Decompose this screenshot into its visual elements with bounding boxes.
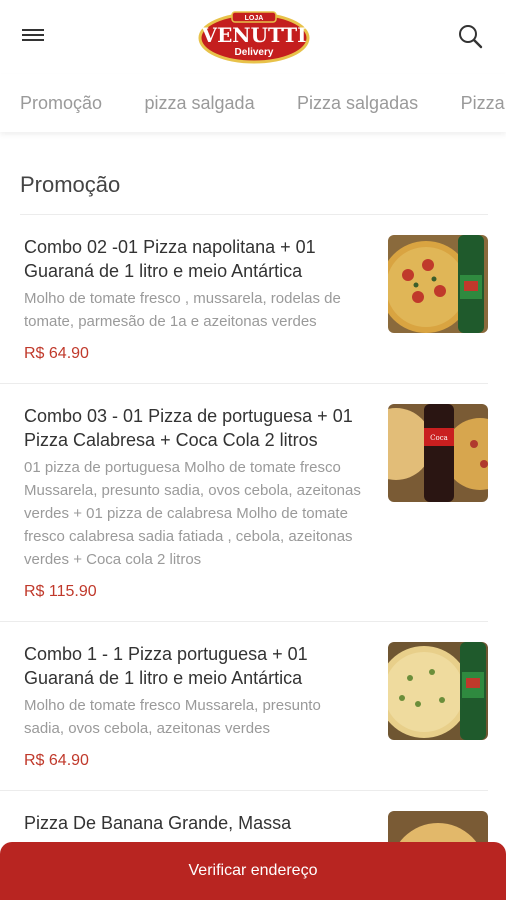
- tab-pizza-salgada[interactable]: pizza salgada: [145, 74, 255, 132]
- hamburger-menu-icon[interactable]: [22, 26, 48, 46]
- product-price: R$ 64.90: [24, 345, 89, 362]
- product-name: Combo 03 - 01 Pizza de portuguesa + 01 P…: [24, 406, 353, 450]
- product-price: R$ 115.90: [24, 583, 97, 600]
- svg-text:Coca: Coca: [430, 434, 448, 442]
- product-description: Molho de tomate fresco , mussarela, rode…: [24, 290, 341, 330]
- product-description: Molho de tomate fresco Mussarela, presun…: [24, 697, 321, 737]
- tab-promocao[interactable]: Promoção: [20, 74, 102, 132]
- product-list: Combo 02 -01 Pizza napolitana + 01 Guara…: [0, 215, 506, 900]
- product-item[interactable]: Combo 03 - 01 Pizza de portuguesa + 01 P…: [0, 384, 488, 622]
- svg-text:VENUTTI: VENUTTI: [201, 23, 307, 47]
- category-tabs: Promoção pizza salgada Pizza salgadas Pi…: [0, 74, 506, 132]
- product-image: [388, 642, 488, 740]
- product-name: Combo 02 -01 Pizza napolitana + 01 Guara…: [24, 237, 316, 281]
- product-description: 01 pizza de portuguesa Molho de tomate f…: [24, 459, 361, 568]
- app-header: LOJA VENUTTI Delivery: [0, 0, 506, 74]
- search-icon[interactable]: [456, 22, 484, 50]
- product-item[interactable]: Combo 1 - 1 Pizza portuguesa + 01 Guaran…: [0, 622, 488, 791]
- verify-address-button[interactable]: Verificar endereço: [0, 842, 506, 900]
- tab-pizza-salgadas[interactable]: Pizza salgadas: [297, 74, 418, 132]
- svg-text:Delivery: Delivery: [235, 47, 274, 58]
- venutti-logo[interactable]: LOJA VENUTTI Delivery: [198, 8, 310, 64]
- product-image: [388, 235, 488, 333]
- product-name: Pizza De Banana Grande, Massa: [24, 813, 292, 833]
- svg-text:LOJA: LOJA: [245, 15, 264, 22]
- tab-pizza[interactable]: Pizza: [461, 74, 505, 132]
- product-price: R$ 64.90: [24, 752, 89, 769]
- product-item[interactable]: Combo 02 -01 Pizza napolitana + 01 Guara…: [0, 215, 488, 384]
- product-name: Combo 1 - 1 Pizza portuguesa + 01 Guaran…: [24, 644, 308, 688]
- section-title: Promoção: [20, 172, 121, 197]
- product-image: Coca: [388, 404, 488, 502]
